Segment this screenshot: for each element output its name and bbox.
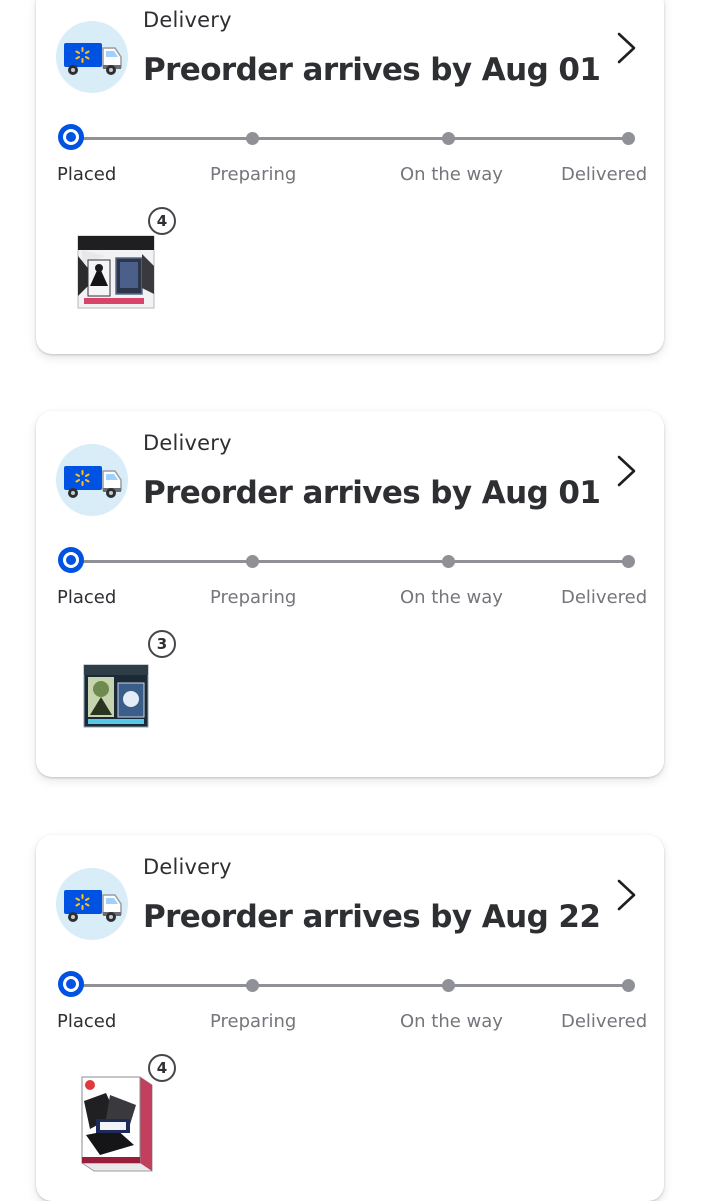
fulfillment-method: Delivery <box>143 855 232 879</box>
product-thumbnail[interactable] <box>76 649 156 735</box>
step-label-placed: Placed <box>57 164 117 185</box>
step-label-placed: Placed <box>57 1011 117 1032</box>
delivery-icon-badge <box>56 21 128 93</box>
step-dot-placed <box>58 124 84 150</box>
delivery-icon-badge <box>56 444 128 516</box>
step-label-preparing: Preparing <box>210 164 297 185</box>
order-headline: Preorder arrives by Aug 01 <box>143 52 601 88</box>
order-card[interactable]: Delivery Preorder arrives by Aug 01 Plac… <box>36 411 664 777</box>
step-label-preparing: Preparing <box>210 587 297 608</box>
step-dot-preparing <box>246 132 259 145</box>
step-dot-preparing <box>246 979 259 992</box>
step-dot-on-the-way <box>442 132 455 145</box>
product-thumbnail[interactable] <box>76 1071 156 1175</box>
step-label-on-the-way: On the way <box>400 587 503 608</box>
step-label-delivered: Delivered <box>561 164 648 185</box>
item-quantity-badge: 4 <box>148 1054 176 1082</box>
step-dot-placed <box>58 547 84 573</box>
step-dot-on-the-way <box>442 979 455 992</box>
item-quantity-badge: 4 <box>148 207 176 235</box>
step-dot-delivered <box>622 132 635 145</box>
step-dot-on-the-way <box>442 555 455 568</box>
order-card[interactable]: Delivery Preorder arrives by Aug 22 Plac… <box>36 835 664 1201</box>
product-thumbnail[interactable] <box>76 226 156 312</box>
step-dot-placed <box>58 971 84 997</box>
chevron-right-icon[interactable] <box>610 453 640 489</box>
step-dot-delivered <box>622 555 635 568</box>
chevron-right-icon[interactable] <box>610 30 640 66</box>
fulfillment-method: Delivery <box>143 8 232 32</box>
step-label-delivered: Delivered <box>561 1011 648 1032</box>
item-quantity-badge: 3 <box>148 630 176 658</box>
step-dot-delivered <box>622 979 635 992</box>
step-label-delivered: Delivered <box>561 587 648 608</box>
order-headline: Preorder arrives by Aug 01 <box>143 475 601 511</box>
delivery-truck-icon <box>64 466 122 498</box>
step-dot-preparing <box>246 555 259 568</box>
step-label-placed: Placed <box>57 587 117 608</box>
fulfillment-method: Delivery <box>143 431 232 455</box>
step-label-preparing: Preparing <box>210 1011 297 1032</box>
progress-track <box>72 560 628 563</box>
order-card[interactable]: Delivery Preorder arrives by Aug 01 Plac… <box>36 0 664 354</box>
delivery-icon-badge <box>56 868 128 940</box>
order-headline: Preorder arrives by Aug 22 <box>143 899 601 935</box>
chevron-right-icon[interactable] <box>610 877 640 913</box>
delivery-truck-icon <box>64 890 122 922</box>
progress-track <box>72 984 628 987</box>
progress-track <box>72 137 628 140</box>
delivery-truck-icon <box>64 43 122 75</box>
step-label-on-the-way: On the way <box>400 1011 503 1032</box>
step-label-on-the-way: On the way <box>400 164 503 185</box>
